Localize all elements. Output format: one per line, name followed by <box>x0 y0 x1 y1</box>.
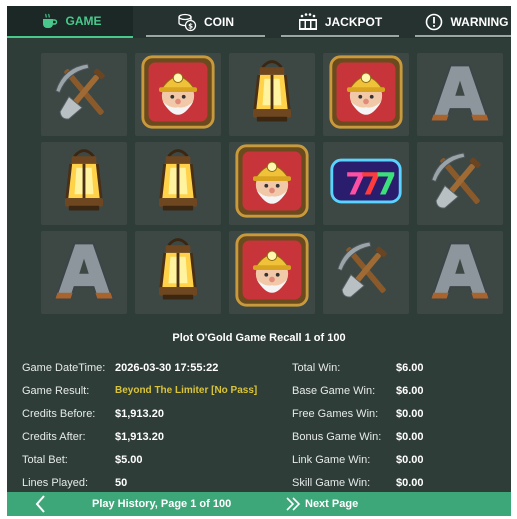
gold-miner-icon <box>234 143 310 224</box>
recall-title: Plot O'Gold Game Recall 1 of 100 <box>172 332 346 344</box>
info-value: $1,913.20 <box>115 408 164 420</box>
reel-cell: 777 <box>323 142 409 225</box>
info-label: Skill Game Win: <box>292 477 371 489</box>
next-page-label: Next Page <box>305 498 359 510</box>
info-label: Credits After: <box>22 431 86 443</box>
reel-cell <box>135 142 221 225</box>
reel-cell <box>41 231 127 314</box>
letter-a-icon <box>46 232 122 313</box>
info-label: Link Game Win: <box>292 454 371 466</box>
pickaxe-shovel-icon <box>328 232 404 313</box>
info-value: $0.00 <box>396 454 424 466</box>
lantern-icon <box>140 143 216 224</box>
info-label: Credits Before: <box>22 408 96 420</box>
game-recall-panel: GAME $ COIN JACKPOT WARNING 7 7 7 Plot O… <box>7 6 511 516</box>
tab-warning-underline <box>415 35 511 37</box>
chevron-left-icon <box>35 495 45 513</box>
coffee-cup-icon <box>39 11 59 31</box>
info-value: $0.00 <box>396 431 424 443</box>
svg-text:7: 7 <box>376 167 397 202</box>
gold-miner-icon <box>234 232 310 313</box>
lantern-icon <box>46 143 122 224</box>
previous-page-button[interactable] <box>31 494 51 514</box>
reel-cell <box>229 53 315 136</box>
tab-warning[interactable]: WARNING <box>411 6 511 38</box>
tab-jackpot-underline <box>281 35 399 37</box>
play-history-label: Play History, Page 1 of 100 <box>92 498 232 510</box>
gold-miner-icon <box>140 54 216 135</box>
tab-coin[interactable]: $ COIN <box>142 6 269 38</box>
info-label: Game Result: <box>22 385 90 397</box>
tab-jackpot-label: JACKPOT <box>324 15 383 29</box>
next-page-button[interactable]: Next Page <box>285 494 358 514</box>
letter-a-icon <box>422 232 498 313</box>
info-value: $0.00 <box>396 477 424 489</box>
info-label: Total Win: <box>292 362 341 374</box>
tab-jackpot[interactable]: JACKPOT <box>277 6 403 38</box>
gold-miner-icon <box>328 54 404 135</box>
info-value: $0.00 <box>396 408 424 420</box>
tab-warning-label: WARNING <box>450 15 509 29</box>
info-label: Free Games Win: <box>292 408 379 420</box>
info-value: 2026-03-30 17:55:22 <box>115 362 219 374</box>
info-label: Lines Played: <box>22 477 89 489</box>
reel-cell <box>135 231 221 314</box>
tab-coin-label: COIN <box>204 15 234 29</box>
reel-cell <box>417 231 503 314</box>
info-value: $5.00 <box>115 454 143 466</box>
reel-cell <box>323 53 409 136</box>
pickaxe-shovel-icon <box>46 54 122 135</box>
exclamation-circle-icon <box>424 12 444 32</box>
pickaxe-shovel-icon <box>422 143 498 224</box>
info-value: 50 <box>115 477 128 489</box>
tab-bar: GAME $ COIN JACKPOT WARNING <box>7 6 511 38</box>
reel-cell <box>229 231 315 314</box>
info-label: Base Game Win: <box>292 385 376 397</box>
info-value: $6.00 <box>396 385 424 397</box>
svg-text:$: $ <box>188 23 193 31</box>
reel-cell <box>41 53 127 136</box>
coin-stack-icon: $ <box>177 12 197 32</box>
reel-cell <box>417 142 503 225</box>
reel-cell <box>41 142 127 225</box>
info-label: Bonus Game Win: <box>292 431 382 443</box>
jackpot-reel-icon <box>298 12 318 32</box>
lucky-777-icon: 777 <box>328 143 404 224</box>
double-chevron-right-icon <box>286 497 301 511</box>
lantern-icon <box>234 54 310 135</box>
info-label: Game DateTime: <box>22 362 106 374</box>
info-value: $1,913.20 <box>115 431 164 443</box>
tab-game-label: GAME <box>65 14 102 28</box>
history-footer: Play History, Page 1 of 100 Next Page <box>7 492 511 516</box>
tab-coin-underline <box>146 35 265 37</box>
reel-cell <box>135 53 221 136</box>
reel-cell <box>323 231 409 314</box>
letter-a-icon <box>422 54 498 135</box>
info-label: Total Bet: <box>22 454 68 466</box>
tab-game[interactable]: GAME <box>7 6 133 38</box>
info-value: $6.00 <box>396 362 424 374</box>
reel-grid: 777 <box>41 53 503 315</box>
lantern-icon <box>140 232 216 313</box>
info-value: Beyond The Limiter [No Pass] <box>115 385 258 396</box>
reel-cell <box>417 53 503 136</box>
reel-cell <box>229 142 315 225</box>
